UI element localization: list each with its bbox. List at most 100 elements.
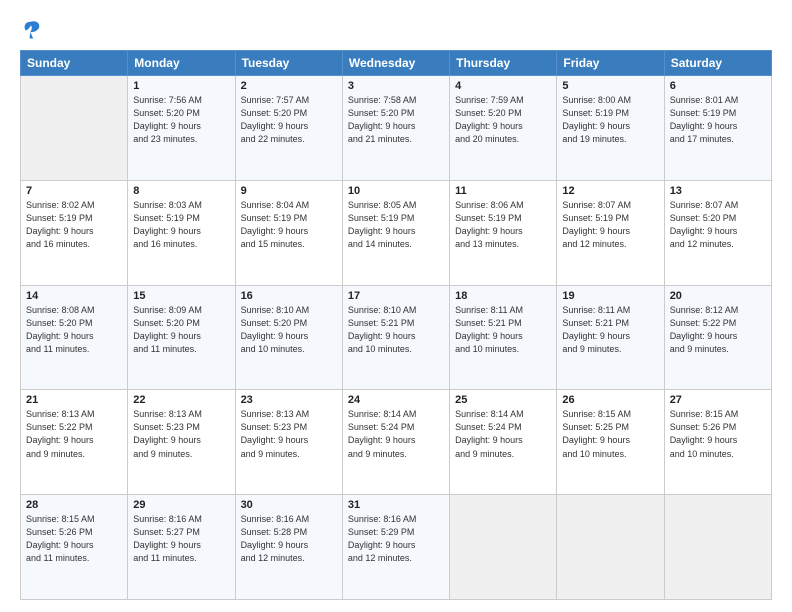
calendar-cell: 17 Sunrise: 8:10 AMSunset: 5:21 PMDayligh… [342,285,449,390]
day-number: 23 [241,394,337,406]
day-info: Sunrise: 8:04 AMSunset: 5:19 PMDaylight:… [241,199,337,251]
day-number: 30 [241,499,337,511]
day-info: Sunrise: 8:15 AMSunset: 5:25 PMDaylight:… [562,408,658,460]
calendar-cell: 27 Sunrise: 8:15 AMSunset: 5:26 PMDayligh… [664,390,771,495]
day-number: 4 [455,80,551,92]
calendar-cell: 28 Sunrise: 8:15 AMSunset: 5:26 PMDayligh… [21,495,128,600]
day-info: Sunrise: 8:08 AMSunset: 5:20 PMDaylight:… [26,304,122,356]
day-info: Sunrise: 8:15 AMSunset: 5:26 PMDaylight:… [670,408,766,460]
calendar-cell: 24 Sunrise: 8:14 AMSunset: 5:24 PMDayligh… [342,390,449,495]
day-info: Sunrise: 8:14 AMSunset: 5:24 PMDaylight:… [348,408,444,460]
day-info: Sunrise: 8:02 AMSunset: 5:19 PMDaylight:… [26,199,122,251]
day-info: Sunrise: 8:07 AMSunset: 5:19 PMDaylight:… [562,199,658,251]
day-info: Sunrise: 7:59 AMSunset: 5:20 PMDaylight:… [455,94,551,146]
weekday-friday: Friday [557,51,664,76]
calendar-cell: 22 Sunrise: 8:13 AMSunset: 5:23 PMDayligh… [128,390,235,495]
calendar-cell: 1 Sunrise: 7:56 AMSunset: 5:20 PMDaylight… [128,76,235,181]
day-number: 7 [26,185,122,197]
day-number: 12 [562,185,658,197]
day-number: 24 [348,394,444,406]
day-number: 2 [241,80,337,92]
day-info: Sunrise: 8:01 AMSunset: 5:19 PMDaylight:… [670,94,766,146]
day-info: Sunrise: 8:11 AMSunset: 5:21 PMDaylight:… [562,304,658,356]
calendar-cell: 10 Sunrise: 8:05 AMSunset: 5:19 PMDayligh… [342,180,449,285]
calendar-cell: 21Sunrise: 8:13 AMSunset: 5:22 PMDayligh… [21,390,128,495]
day-info: Sunrise: 8:10 AMSunset: 5:21 PMDaylight:… [348,304,444,356]
calendar-cell: 26 Sunrise: 8:15 AMSunset: 5:25 PMDayligh… [557,390,664,495]
calendar-cell [664,495,771,600]
day-info: Sunrise: 8:15 AMSunset: 5:26 PMDaylight:… [26,513,122,565]
calendar-cell: 29Sunrise: 8:16 AMSunset: 5:27 PMDayligh… [128,495,235,600]
weekday-saturday: Saturday [664,51,771,76]
calendar-cell: 3 Sunrise: 7:58 AMSunset: 5:20 PMDaylight… [342,76,449,181]
calendar-table: SundayMondayTuesdayWednesdayThursdayFrid… [20,50,772,600]
page: SundayMondayTuesdayWednesdayThursdayFrid… [0,0,792,612]
day-number: 27 [670,394,766,406]
calendar-cell [21,76,128,181]
day-info: Sunrise: 8:13 AMSunset: 5:22 PMDaylight:… [26,408,122,460]
day-number: 22 [133,394,229,406]
day-number: 25 [455,394,551,406]
calendar-cell: 5 Sunrise: 8:00 AMSunset: 5:19 PMDaylight… [557,76,664,181]
day-number: 14 [26,290,122,302]
calendar-cell [557,495,664,600]
weekday-header-row: SundayMondayTuesdayWednesdayThursdayFrid… [21,51,772,76]
day-info: Sunrise: 8:03 AMSunset: 5:19 PMDaylight:… [133,199,229,251]
day-number: 16 [241,290,337,302]
calendar-cell: 11Sunrise: 8:06 AMSunset: 5:19 PMDayligh… [450,180,557,285]
day-number: 19 [562,290,658,302]
day-info: Sunrise: 7:56 AMSunset: 5:20 PMDaylight:… [133,94,229,146]
day-number: 6 [670,80,766,92]
day-number: 31 [348,499,444,511]
calendar-cell: 12 Sunrise: 8:07 AMSunset: 5:19 PMDayligh… [557,180,664,285]
weekday-wednesday: Wednesday [342,51,449,76]
day-number: 13 [670,185,766,197]
calendar-cell: 8 Sunrise: 8:03 AMSunset: 5:19 PMDaylight… [128,180,235,285]
weekday-tuesday: Tuesday [235,51,342,76]
day-number: 8 [133,185,229,197]
day-number: 10 [348,185,444,197]
day-number: 17 [348,290,444,302]
day-info: Sunrise: 8:11 AMSunset: 5:21 PMDaylight:… [455,304,551,356]
day-number: 5 [562,80,658,92]
calendar-cell: 13Sunrise: 8:07 AMSunset: 5:20 PMDayligh… [664,180,771,285]
weekday-sunday: Sunday [21,51,128,76]
day-number: 11 [455,185,551,197]
header [20,18,772,40]
day-info: Sunrise: 8:13 AMSunset: 5:23 PMDaylight:… [133,408,229,460]
day-number: 15 [133,290,229,302]
day-info: Sunrise: 8:09 AMSunset: 5:20 PMDaylight:… [133,304,229,356]
calendar-cell: 16 Sunrise: 8:10 AMSunset: 5:20 PMDayligh… [235,285,342,390]
day-number: 1 [133,80,229,92]
day-number: 18 [455,290,551,302]
calendar-cell: 18 Sunrise: 8:11 AMSunset: 5:21 PMDayligh… [450,285,557,390]
day-info: Sunrise: 8:12 AMSunset: 5:22 PMDaylight:… [670,304,766,356]
calendar-cell: 31 Sunrise: 8:16 AMSunset: 5:29 PMDayligh… [342,495,449,600]
day-number: 28 [26,499,122,511]
calendar-cell: 30 Sunrise: 8:16 AMSunset: 5:28 PMDayligh… [235,495,342,600]
calendar-cell: 19 Sunrise: 8:11 AMSunset: 5:21 PMDayligh… [557,285,664,390]
calendar-cell: 20 Sunrise: 8:12 AMSunset: 5:22 PMDayligh… [664,285,771,390]
calendar-week-4: 21Sunrise: 8:13 AMSunset: 5:22 PMDayligh… [21,390,772,495]
day-number: 26 [562,394,658,406]
day-number: 3 [348,80,444,92]
day-info: Sunrise: 8:14 AMSunset: 5:24 PMDaylight:… [455,408,551,460]
logo-bird-icon [20,18,42,40]
calendar-cell [450,495,557,600]
calendar-cell: 9Sunrise: 8:04 AMSunset: 5:19 PMDaylight… [235,180,342,285]
logo [20,18,46,40]
calendar-week-5: 28 Sunrise: 8:15 AMSunset: 5:26 PMDayligh… [21,495,772,600]
day-info: Sunrise: 8:05 AMSunset: 5:19 PMDaylight:… [348,199,444,251]
calendar-cell: 6 Sunrise: 8:01 AMSunset: 5:19 PMDaylight… [664,76,771,181]
day-info: Sunrise: 8:16 AMSunset: 5:29 PMDaylight:… [348,513,444,565]
day-info: Sunrise: 8:13 AMSunset: 5:23 PMDaylight:… [241,408,337,460]
day-info: Sunrise: 8:00 AMSunset: 5:19 PMDaylight:… [562,94,658,146]
calendar-cell: 14 Sunrise: 8:08 AMSunset: 5:20 PMDayligh… [21,285,128,390]
day-info: Sunrise: 7:57 AMSunset: 5:20 PMDaylight:… [241,94,337,146]
calendar-cell: 15 Sunrise: 8:09 AMSunset: 5:20 PMDayligh… [128,285,235,390]
day-info: Sunrise: 7:58 AMSunset: 5:20 PMDaylight:… [348,94,444,146]
day-info: Sunrise: 8:10 AMSunset: 5:20 PMDaylight:… [241,304,337,356]
day-number: 20 [670,290,766,302]
day-info: Sunrise: 8:16 AMSunset: 5:28 PMDaylight:… [241,513,337,565]
calendar-cell: 4 Sunrise: 7:59 AMSunset: 5:20 PMDaylight… [450,76,557,181]
